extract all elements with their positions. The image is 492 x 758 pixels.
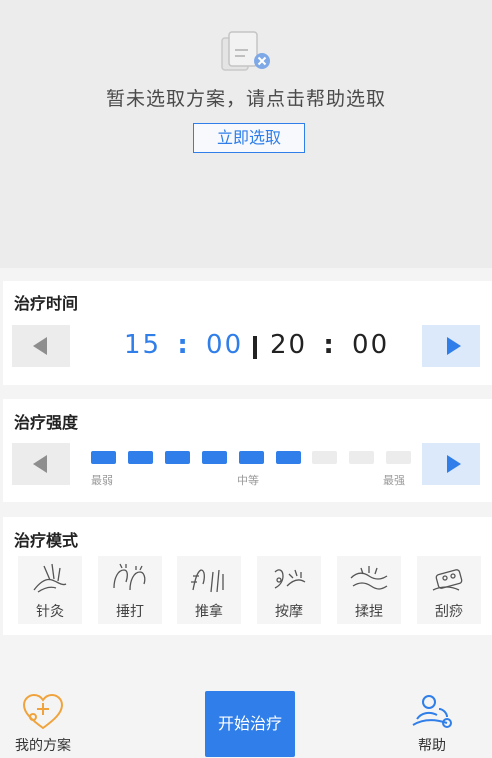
intensity-min-label: 最弱 [91, 474, 113, 487]
intensity-mid-label: 中等 [237, 474, 259, 487]
empty-state-message: 暂未选取方案，请点击帮助选取 [105, 88, 386, 110]
nav-help[interactable]: 帮助 [400, 693, 464, 755]
mode-acupuncture[interactable]: 针灸 [18, 556, 82, 624]
intensity-segment [202, 451, 227, 464]
pounding-icon [113, 563, 146, 591]
mode-guasha[interactable]: 刮痧 [417, 556, 481, 624]
intensity-segment [128, 451, 153, 464]
total-time-display: 20 : 00 [270, 330, 389, 360]
select-plan-button[interactable]: 立即选取 [193, 123, 305, 153]
nav-my-plan[interactable]: 我的方案 [6, 693, 80, 755]
time-separator [253, 336, 257, 359]
mode-tuina[interactable]: 推拿 [177, 556, 241, 624]
mode-pounding[interactable]: 捶打 [98, 556, 162, 624]
current-time-display: 15 : 00 [124, 330, 243, 360]
total-minutes: 20 [270, 330, 308, 360]
mode-massage[interactable]: 按摩 [257, 556, 321, 624]
treatment-time-title: 治疗时间 [14, 294, 79, 313]
kneading-icon [350, 566, 388, 590]
intensity-segment [91, 451, 116, 464]
heart-plus-icon [22, 693, 64, 730]
mode-label: 刮痧 [435, 604, 463, 620]
total-colon: : [323, 330, 336, 360]
intensity-segment [239, 451, 264, 464]
nav-help-label: 帮助 [418, 738, 446, 754]
intensity-segment [165, 451, 190, 464]
mode-kneading[interactable]: 揉捏 [337, 556, 401, 624]
current-colon: : [177, 330, 190, 360]
triangle-right-icon [447, 455, 461, 473]
triangle-right-icon [447, 337, 461, 355]
time-decrease-button[interactable] [12, 325, 70, 367]
mode-label: 揉捏 [355, 604, 383, 620]
guasha-icon [432, 569, 463, 591]
total-seconds: 00 [352, 330, 390, 360]
intensity-segment [386, 451, 411, 464]
current-minutes: 15 [124, 330, 162, 360]
tuina-icon [191, 569, 224, 593]
start-treatment-button[interactable]: 开始治疗 [205, 691, 295, 757]
intensity-increase-button[interactable] [422, 443, 480, 485]
mode-label: 推拿 [195, 604, 223, 620]
acupuncture-icon [33, 563, 67, 593]
nav-my-plan-label: 我的方案 [15, 738, 71, 754]
intensity-segment [312, 451, 337, 464]
massage-icon [274, 569, 306, 589]
triangle-left-icon [33, 337, 47, 355]
intensity-segment [349, 451, 374, 464]
document-empty-icon [221, 31, 270, 71]
time-increase-button[interactable] [422, 325, 480, 367]
mode-label: 针灸 [36, 604, 64, 620]
mode-label: 按摩 [275, 604, 303, 620]
intensity-max-label: 最强 [383, 474, 405, 487]
triangle-left-icon [33, 455, 47, 473]
treatment-intensity-title: 治疗强度 [14, 413, 79, 432]
intensity-segment [276, 451, 301, 464]
intensity-decrease-button[interactable] [12, 443, 70, 485]
mode-label: 捶打 [116, 604, 144, 620]
current-seconds: 00 [206, 330, 244, 360]
treatment-mode-title: 治疗模式 [14, 531, 79, 550]
help-massage-icon [412, 695, 452, 728]
